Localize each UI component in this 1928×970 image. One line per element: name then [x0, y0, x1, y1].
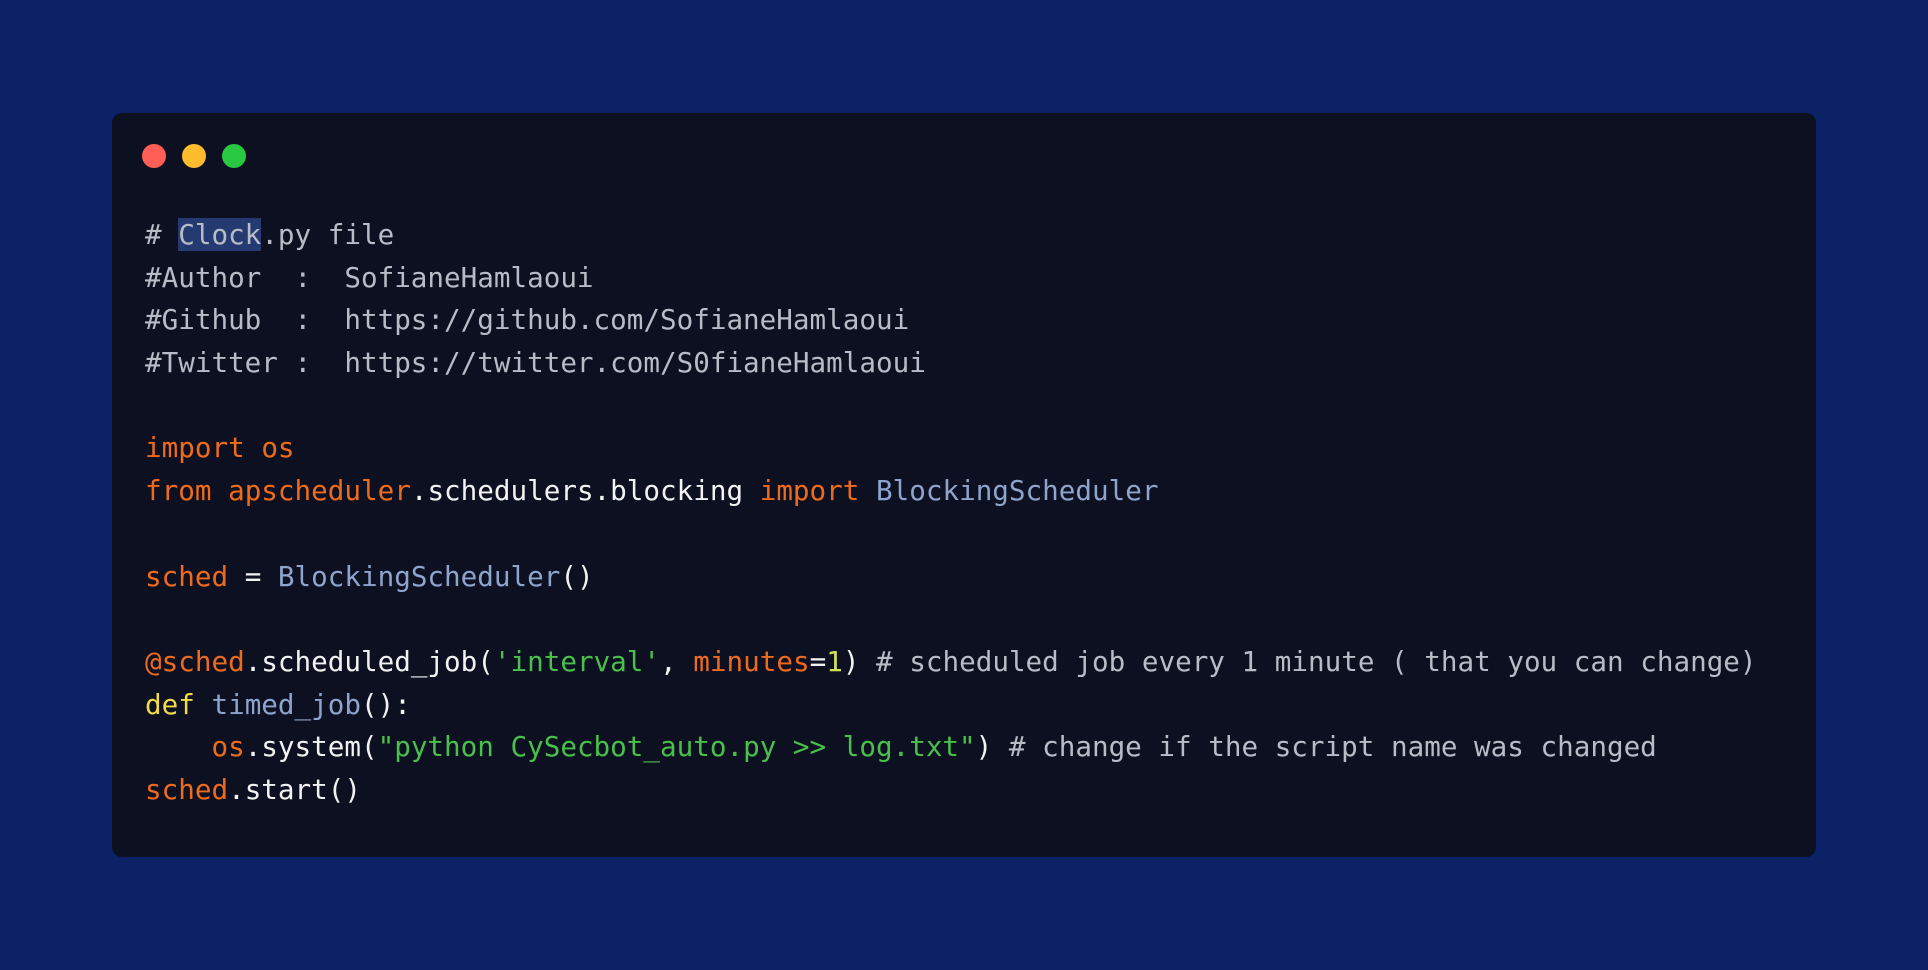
code-token: = [809, 644, 827, 678]
code-line: def timed_job(): [145, 684, 1757, 727]
code-token: apscheduler [228, 474, 411, 508]
code-token: os [211, 730, 245, 764]
code-token: () [560, 559, 594, 593]
code-window: # Clock.py file #Author : SofianeHamlaoui… [112, 113, 1816, 857]
code-token: .schedulers.blocking [410, 474, 760, 508]
code-token: 1 [826, 644, 843, 678]
code-token: import [759, 474, 860, 508]
code-token: (): [360, 687, 411, 721]
code-token: import [145, 431, 245, 465]
code-line: #Github : https://github.com/SofianeHaml… [145, 299, 1757, 342]
minimize-dot-icon[interactable] [182, 144, 206, 168]
code-token: BlockingScheduler [876, 474, 1159, 508]
code-line: sched.start() [145, 769, 1757, 812]
code-token: from [145, 474, 212, 508]
code-token: 'interval' [493, 644, 661, 678]
maximize-dot-icon[interactable] [222, 144, 246, 168]
code-token: # change if the script name was changed [1008, 730, 1657, 764]
close-dot-icon[interactable] [142, 144, 166, 168]
code-token: = [228, 559, 278, 593]
code-token: .start() [228, 772, 361, 806]
code-token: minutes [693, 644, 810, 678]
code-line: os.system("python CySecbot_auto.py >> lo… [145, 726, 1757, 769]
code-token: .py file [261, 218, 395, 251]
code-token: #Author : SofianeHamlaoui [145, 260, 594, 294]
code-token: ) [975, 730, 1009, 764]
code-token: #Twitter : https://twitter.com/S0fianeHa… [145, 346, 926, 380]
code-token: # [145, 218, 179, 251]
code-line: #Twitter : https://twitter.com/S0fianeHa… [145, 342, 1757, 385]
code-token: @sched [145, 644, 245, 678]
code-token: "python CySecbot_auto.py >> log.txt" [377, 730, 976, 764]
code-line: from apscheduler.schedulers.blocking imp… [145, 470, 1757, 513]
code-token: ) [842, 644, 877, 678]
code-token: , [660, 644, 694, 678]
code-block[interactable]: # Clock.py file #Author : SofianeHamlaoui… [145, 214, 1757, 812]
code-token: sched [145, 559, 229, 593]
code-line: # Clock.py file [145, 214, 1757, 257]
code-line: @sched.scheduled_job('interval', minutes… [145, 641, 1757, 684]
code-token: sched [145, 772, 229, 806]
code-token: BlockingScheduler [277, 559, 561, 593]
code-token: # scheduled job every 1 minute ( that yo… [876, 644, 1757, 678]
code-token: os [261, 431, 295, 465]
code-token: #Github : https://github.com/SofianeHaml… [145, 303, 910, 337]
code-token: def [145, 687, 195, 721]
code-line: sched = BlockingScheduler() [145, 556, 1757, 599]
window-controls [142, 144, 246, 168]
code-token: .system( [244, 730, 378, 764]
code-line: import os [145, 427, 1757, 470]
code-line: #Author : SofianeHamlaoui [145, 257, 1757, 300]
code-token: .scheduled_job( [244, 644, 494, 678]
selected-text: Clock [178, 218, 262, 251]
code-token: timed_job [211, 687, 361, 721]
